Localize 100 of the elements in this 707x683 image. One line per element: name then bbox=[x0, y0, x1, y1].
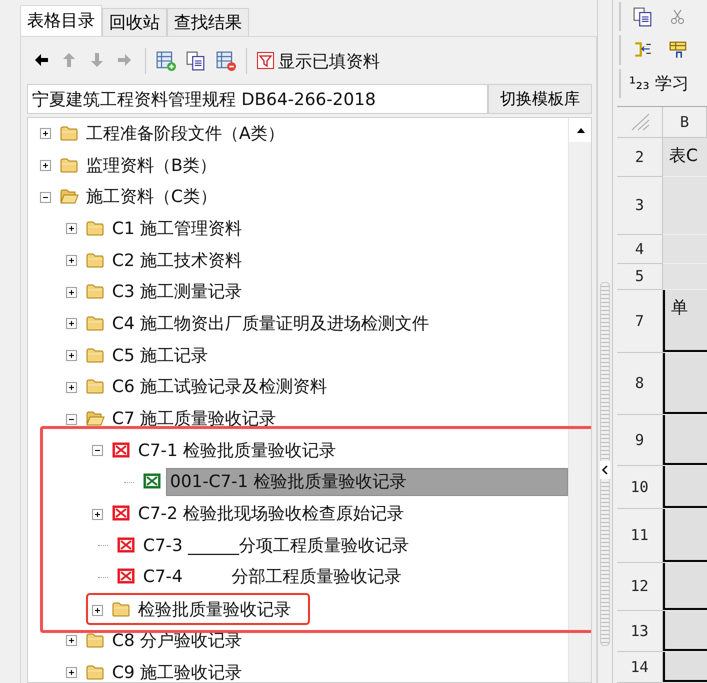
plus-icon bbox=[42, 130, 48, 137]
sheet-cell bbox=[663, 610, 707, 651]
tab[interactable]: 查找结果 bbox=[167, 8, 249, 36]
filter-button[interactable]: 显示已填资料 bbox=[257, 50, 380, 72]
toolbar-button[interactable] bbox=[216, 51, 236, 71]
minus-icon bbox=[68, 418, 74, 420]
splitter-handle[interactable] bbox=[600, 282, 610, 646]
plus-icon bbox=[42, 162, 48, 169]
scissors-icon bbox=[669, 8, 687, 26]
collapse-toggle[interactable] bbox=[66, 414, 77, 425]
plus-icon bbox=[68, 670, 74, 676]
plus-icon bbox=[94, 607, 100, 614]
toolbar-button[interactable] bbox=[633, 6, 653, 27]
plus-icon bbox=[94, 511, 100, 518]
expand-toggle[interactable] bbox=[92, 508, 103, 520]
tree-item[interactable]: C7-1 检验批质量验收记录 bbox=[135, 438, 340, 464]
tree-item[interactable]: 监理资料（B类） bbox=[83, 152, 220, 179]
insert-row-icon bbox=[669, 40, 689, 60]
toolbar-button[interactable] bbox=[156, 51, 176, 71]
minus-icon bbox=[94, 450, 100, 452]
expand-toggle[interactable] bbox=[66, 350, 77, 362]
tree-item[interactable]: 001-C7-1 检验批质量验收记录 bbox=[166, 468, 568, 496]
filter-icon bbox=[257, 52, 275, 70]
tab[interactable]: 回收站 bbox=[102, 8, 167, 36]
tree-item[interactable]: C1 施工管理资料 bbox=[109, 216, 246, 242]
row-header[interactable]: 12 bbox=[617, 562, 663, 611]
scroll-up-button[interactable] bbox=[569, 118, 591, 142]
toolbar-button[interactable] bbox=[186, 51, 206, 71]
sheet-cell: 表C bbox=[663, 138, 707, 176]
collapse-icon bbox=[601, 465, 609, 475]
column-header[interactable]: B bbox=[663, 106, 707, 138]
sheet-cell bbox=[663, 264, 707, 289]
plus-icon bbox=[68, 258, 74, 264]
row-header[interactable]: 14 bbox=[617, 652, 663, 683]
open-folder-icon bbox=[85, 410, 105, 428]
row-header[interactable]: 11 bbox=[617, 508, 663, 563]
folder-icon bbox=[85, 283, 105, 302]
row-header[interactable]: 13 bbox=[617, 610, 663, 652]
tree-item[interactable]: C5 施工记录 bbox=[109, 342, 212, 369]
collapse-button[interactable] bbox=[600, 461, 610, 479]
row-header[interactable]: 9 bbox=[617, 414, 663, 466]
tree-item[interactable]: C4 施工物资出厂质量证明及进场检测文件 bbox=[109, 310, 432, 337]
tree-item[interactable]: C2 施工技术资料 bbox=[109, 248, 246, 274]
sheet-cell bbox=[663, 652, 707, 682]
row-header[interactable]: 4 bbox=[617, 234, 663, 264]
sheet-cell bbox=[663, 466, 707, 508]
expand-toggle[interactable] bbox=[66, 318, 77, 330]
sheet-cell bbox=[663, 508, 707, 562]
tree-item[interactable]: 施工资料（C类） bbox=[83, 184, 220, 210]
expand-toggle[interactable] bbox=[66, 635, 77, 646]
expand-toggle[interactable] bbox=[40, 128, 51, 140]
toolbar-button[interactable] bbox=[669, 40, 689, 60]
copy-icon bbox=[186, 51, 206, 71]
tree-item[interactable]: 工程准备阶段文件（A类） bbox=[83, 120, 288, 147]
cut-button[interactable] bbox=[669, 8, 687, 26]
library-field[interactable]: 宁夏建筑工程资料管理规程 DB64-266-2018 bbox=[27, 84, 488, 114]
scroll-up-icon bbox=[576, 126, 586, 134]
tab[interactable]: 表格目录 bbox=[20, 5, 102, 36]
tree-item[interactable]: C6 施工试验记录及检测资料 bbox=[109, 374, 330, 400]
row-header[interactable]: 5 bbox=[617, 264, 663, 290]
sheet-cell bbox=[663, 352, 707, 414]
tree-item[interactable]: 检验批质量验收记录 bbox=[135, 597, 294, 624]
copy-icon bbox=[633, 6, 653, 27]
folder-icon bbox=[59, 156, 79, 175]
collapse-toggle[interactable] bbox=[40, 192, 51, 203]
sheet-cell bbox=[663, 176, 707, 234]
folder-icon bbox=[85, 664, 105, 682]
expand-toggle[interactable] bbox=[66, 286, 77, 298]
tree-item[interactable]: C3 施工测量记录 bbox=[109, 279, 246, 306]
plus-icon bbox=[68, 320, 74, 327]
folder-icon bbox=[85, 220, 105, 238]
tree-item[interactable]: C7-4 分部工程质量验收记录 bbox=[140, 564, 404, 590]
expand-toggle[interactable] bbox=[92, 604, 103, 616]
expand-toggle[interactable] bbox=[66, 382, 77, 393]
sheet-cell: 单 bbox=[663, 290, 707, 352]
expand-toggle[interactable] bbox=[66, 667, 77, 678]
sheet-cell bbox=[663, 562, 707, 610]
row-header[interactable]: 10 bbox=[617, 466, 663, 509]
plus-icon bbox=[68, 352, 74, 359]
expand-toggle[interactable] bbox=[66, 255, 77, 266]
row-header[interactable]: 2 bbox=[617, 138, 663, 177]
folder-icon bbox=[85, 314, 105, 333]
row-header[interactable]: 3 bbox=[617, 176, 663, 235]
collapse-toggle[interactable] bbox=[92, 445, 103, 456]
folder-icon bbox=[111, 601, 131, 620]
scrollbar[interactable] bbox=[568, 118, 591, 682]
expand-toggle[interactable] bbox=[66, 223, 77, 234]
tree-item[interactable]: C7-2 检验批现场验收检查原始记录 bbox=[135, 501, 408, 528]
row-header[interactable]: 8 bbox=[617, 352, 663, 415]
table-add-icon bbox=[156, 51, 176, 71]
folder-icon bbox=[85, 346, 105, 365]
tree-item[interactable]: C7 施工质量验收记录 bbox=[109, 406, 280, 432]
tree-item[interactable]: C7-3 ______分项工程质量验收记录 bbox=[140, 532, 412, 559]
tree-item[interactable]: C9 施工验收记录 bbox=[109, 660, 246, 682]
toolbar-button[interactable]: ¹₂₃ 学习 bbox=[629, 72, 689, 95]
switch-library-button[interactable]: 切换模板库 bbox=[488, 84, 592, 114]
expand-toggle[interactable] bbox=[40, 160, 51, 172]
row-header[interactable]: 7 bbox=[617, 290, 663, 353]
folder-icon bbox=[85, 378, 105, 396]
plus-icon bbox=[68, 384, 74, 390]
